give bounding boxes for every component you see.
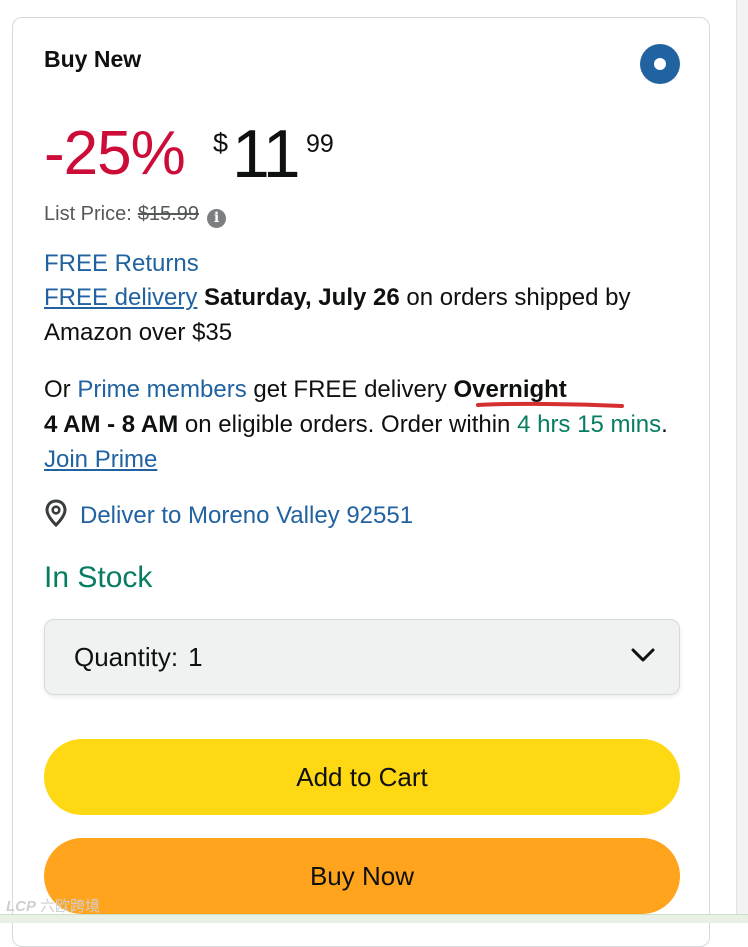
countdown: 4 hrs 15 mins (517, 411, 662, 438)
eligible-text: on eligible orders. Order within (184, 411, 511, 438)
quantity-select[interactable]: Quantity: 1 (44, 619, 680, 695)
buy-now-button[interactable]: Buy Now (44, 838, 680, 914)
quantity-label: Quantity: 1 (74, 640, 203, 674)
deliver-to-location[interactable]: Deliver to Moreno Valley 92551 (44, 498, 413, 534)
discount-percent: -25% (44, 119, 186, 188)
prime-members-link[interactable]: Prime members (77, 376, 246, 403)
price-symbol: $ (213, 128, 229, 158)
buy-new-title: Buy New (44, 46, 142, 72)
prime-delivery-message: Or Prime members get FREE delivery Overn… (44, 372, 694, 477)
quantity-value: 1 (188, 642, 203, 672)
quantity-label-text: Quantity: (74, 642, 179, 672)
radio-selected-dot (654, 58, 666, 70)
price-fraction: 99 (306, 130, 334, 158)
list-price: List Price: $15.99 i (44, 201, 226, 228)
free-returns-link[interactable]: FREE Returns (44, 246, 694, 281)
list-price-value: $15.99 (137, 203, 199, 225)
red-annotation-underline (476, 401, 624, 408)
location-pin-icon (45, 499, 67, 527)
delivery-message: FREE delivery Saturday, July 26 on order… (44, 280, 694, 350)
stock-status: In Stock (44, 561, 153, 594)
overnight-text: Overnight (453, 376, 567, 403)
price-whole: 11 (232, 116, 301, 192)
info-icon[interactable]: i (206, 209, 226, 228)
watermark-text: 六欧跨境 (40, 898, 101, 915)
chevron-down-icon (631, 648, 655, 662)
prime-prefix: Or (44, 376, 71, 403)
free-delivery-link[interactable]: FREE delivery (44, 284, 197, 311)
countdown-period: . (661, 411, 668, 438)
add-to-cart-button[interactable]: Add to Cart (44, 739, 680, 815)
watermark-logo: LCP (6, 898, 36, 915)
prime-mid-text: get FREE delivery (253, 376, 447, 403)
join-prime-link[interactable]: Join Prime (44, 446, 157, 473)
buy-new-radio[interactable] (640, 44, 680, 84)
delivery-date: Saturday, July 26 (204, 284, 400, 311)
deliver-to-text[interactable]: Deliver to Moreno Valley 92551 (80, 502, 413, 529)
watermark: LCP 六欧跨境 (6, 898, 100, 916)
list-price-label: List Price: (44, 203, 132, 225)
time-window: 4 AM - 8 AM (44, 411, 179, 438)
page-scrollbar[interactable] (736, 0, 748, 922)
